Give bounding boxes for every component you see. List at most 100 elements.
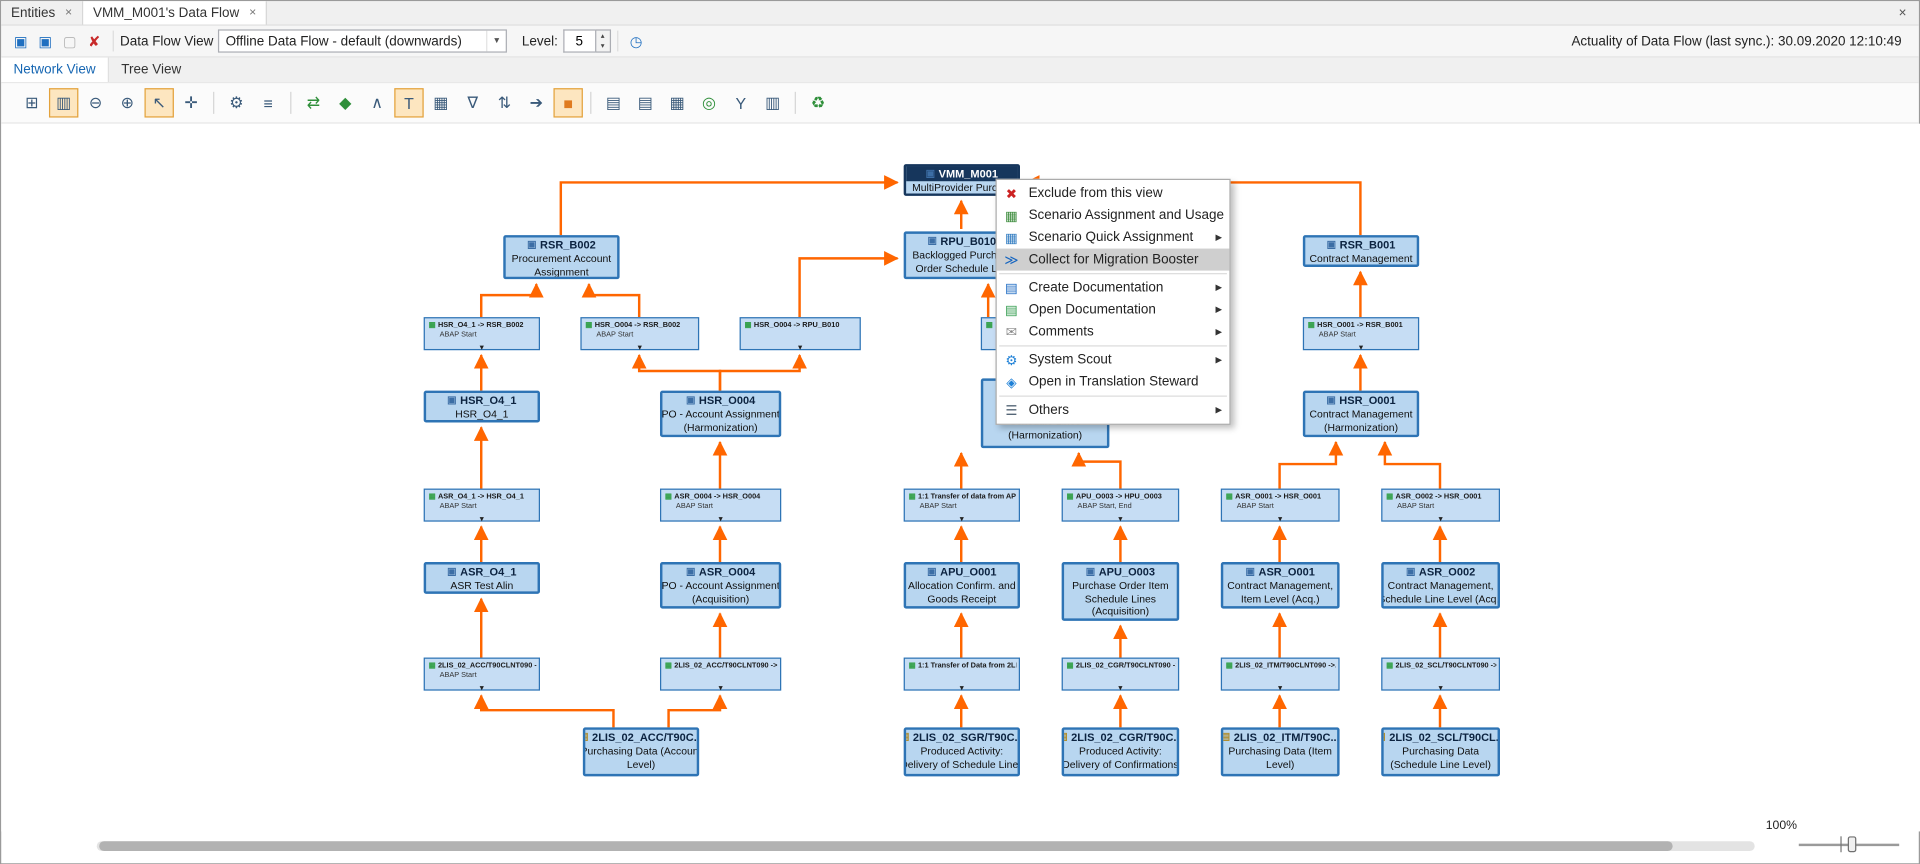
collapse-icon[interactable]: ∧: [362, 88, 391, 117]
flow-node-2lis-02-acc[interactable]: ▤2LIS_02_ACC/T90C... Purchasing Data (Ac…: [582, 727, 700, 777]
outline-menu-icon[interactable]: ≡: [253, 88, 282, 117]
flow-node-hsr-o004[interactable]: ▣ HSR_O004 PO - Account Assignment (Harmo…: [659, 390, 782, 438]
expand-arrow-icon[interactable]: ▾: [718, 516, 722, 525]
transformation-node[interactable]: ▦ HSR_O4_1 -> RSR_B002 ABAP Start ▾: [423, 317, 540, 353]
menu-item-translation-steward[interactable]: ◈ Open in Translation Steward: [997, 371, 1230, 393]
transformation-node[interactable]: ▦ APU_O003 -> HPU_O003 ABAP Start, End ▾: [1061, 488, 1180, 525]
menu-item-system-scout[interactable]: ⚙ System Scout ▶: [997, 349, 1230, 371]
transformation-node[interactable]: ▦1:1 Transfer of Data from 2LIS... ▾: [903, 657, 1020, 693]
h-scrollbar[interactable]: [96, 841, 1755, 852]
menu-item-comments[interactable]: ✉ Comments ▶: [997, 321, 1230, 343]
tab-dataflow[interactable]: VMM_M001's Data Flow ×: [83, 1, 268, 25]
expand-arrow-icon[interactable]: ▾: [960, 684, 964, 693]
transformation-node[interactable]: ▦ ASR_O002 -> HSR_O001 ABAP Start ▾: [1381, 488, 1500, 525]
flow-node-rsr-b002[interactable]: ▣ RSR_B002 Procurement Account Assignment: [503, 235, 620, 280]
save-icon[interactable]: ▣: [9, 29, 33, 53]
expand-arrow-icon[interactable]: ▾: [1118, 516, 1122, 525]
transformation-node[interactable]: ▦1:1 Transfer of data from APU... ABAP S…: [903, 488, 1020, 525]
chevron-down-icon[interactable]: ▼: [486, 30, 506, 52]
transformation-node[interactable]: ▦ HSR_O004 -> RSR_B002 ABAP Start ▾: [580, 317, 700, 353]
transformation-node[interactable]: ▦ HSR_O004 -> RPU_B010 ▾: [739, 317, 861, 353]
tab-entities[interactable]: Entities ×: [1, 1, 84, 25]
flow-node-hsr-o001[interactable]: ▣ HSR_O001 Contract Management (Harmoniza…: [1302, 390, 1420, 438]
expand-arrow-icon[interactable]: ▾: [960, 516, 964, 525]
zoom-slider-handle[interactable]: [1847, 836, 1857, 853]
transformation-node[interactable]: ▦ 2LIS_02_ACC/T90CLNT090 ->... ABAP Start…: [423, 657, 540, 693]
sync-clock-icon[interactable]: ◷: [624, 29, 648, 53]
menu-item-others[interactable]: ☰ Others ▶: [997, 399, 1230, 421]
expand-arrow-icon[interactable]: ▾: [1438, 684, 1442, 693]
table-menu-icon[interactable]: ▦: [426, 88, 455, 117]
tab-tree-view[interactable]: Tree View: [109, 58, 193, 82]
fit-view-icon[interactable]: ⇄: [299, 88, 328, 117]
level-input[interactable]: [562, 29, 595, 53]
filter-menu-icon[interactable]: ∇: [458, 88, 487, 117]
text-labels-icon[interactable]: T: [394, 88, 424, 118]
flow-node-apu-o003[interactable]: ▣ APU_O003 Purchase Order Item Schedule L…: [1061, 562, 1180, 621]
flow-node-asr-o002[interactable]: ▣ ASR_O002 Contract Management, Schedule …: [1381, 562, 1500, 609]
clear-dataflow-icon[interactable]: ✘: [82, 29, 106, 53]
pan-hand-icon[interactable]: ✛: [176, 88, 205, 117]
menu-item-collect-migration-booster[interactable]: ≫ Collect for Migration Booster: [996, 248, 1230, 271]
flow-node-2lis-02-cgr[interactable]: ▤2LIS_02_CGR/T90C... Produced Activity: …: [1061, 727, 1180, 777]
save-all-icon[interactable]: ▣: [33, 29, 57, 53]
menu-item-open-documentation[interactable]: ▤ Open Documentation ▶: [997, 299, 1230, 321]
expand-arrow-icon[interactable]: ▾: [638, 344, 642, 353]
expand-arrow-icon[interactable]: ▾: [480, 344, 484, 353]
flow-node-rsr-b001[interactable]: ▣ RSR_B001 Contract Management: [1302, 235, 1420, 267]
expand-arrow-icon[interactable]: ▾: [1118, 684, 1122, 693]
transformation-node[interactable]: ▦ 2LIS_02_CGR/T90CLNT090 ->... ▾: [1061, 657, 1180, 693]
level-spinner[interactable]: ▴ ▾: [594, 29, 611, 53]
menu-item-scenario-quick-assignment[interactable]: ▦ Scenario Quick Assignment ▶: [997, 227, 1230, 249]
anchor-grid-icon[interactable]: ⊞: [17, 88, 46, 117]
flow-node-2lis-02-itm[interactable]: ▤ 2LIS_02_ITM/T90C... Purchasing Data (It…: [1220, 727, 1340, 777]
flow-node-hsr-o4-1[interactable]: ▣ HSR_O4_1 HSR_O4_1: [423, 390, 540, 423]
sort-icon[interactable]: ⇅: [490, 88, 519, 117]
zoom-in-icon[interactable]: ⊕: [113, 88, 142, 117]
h-scrollbar-thumb[interactable]: [99, 841, 1673, 852]
data-flow-view-select[interactable]: Offline Data Flow - default (downwards) …: [218, 29, 508, 53]
transformation-node[interactable]: ▦ ASR_O4_1 -> HSR_O4_1 ABAP Start ▾: [423, 488, 540, 525]
spinner-up-icon[interactable]: ▴: [596, 31, 609, 41]
expand-arrow-icon[interactable]: ▾: [1278, 516, 1282, 525]
transformation-node[interactable]: ▦ ASR_O001 -> HSR_O001 ABAP Start ▾: [1220, 488, 1340, 525]
expand-arrow-icon[interactable]: ▾: [480, 516, 484, 525]
zoom-out-icon[interactable]: ⊖: [81, 88, 110, 117]
launch-icon[interactable]: ➔: [522, 88, 551, 117]
grid-icon[interactable]: ▦: [662, 88, 691, 117]
menu-item-exclude[interactable]: ✖ Exclude from this view: [997, 182, 1230, 204]
select-cursor-icon[interactable]: ↖: [144, 88, 174, 118]
transformation-node[interactable]: ▦ 2LIS_02_ITM/T90CLNT090 ->... ▾: [1220, 657, 1340, 693]
repair-icon[interactable]: ⚙: [222, 88, 251, 117]
expand-arrow-icon[interactable]: ▾: [798, 344, 802, 353]
transformation-node[interactable]: ▦ ASR_O004 -> HSR_O004 ABAP Start ▾: [659, 488, 782, 525]
chart-menu-icon[interactable]: ▥: [758, 88, 787, 117]
tab-close-icon[interactable]: ×: [249, 6, 256, 19]
dataflow-canvas[interactable]: ▣ VMM_M001 MultiProvider Purch... ▣ RSR_B0…: [1, 123, 1920, 832]
tab-network-view[interactable]: Network View: [1, 57, 110, 83]
transformation-node[interactable]: ▦ 2LIS_02_ACC/T90CLNT090 ->... ▾: [659, 657, 782, 693]
flow-node-asr-o001[interactable]: ▣ ASR_O001 Contract Management, Item Leve…: [1220, 562, 1340, 609]
transformation-node[interactable]: ▦ 2LIS_02_SCL/T90CLNT090 ->... ▾: [1381, 657, 1500, 693]
menu-item-scenario-assignment[interactable]: ▦ Scenario Assignment and Usage: [997, 204, 1230, 226]
menu-item-create-documentation[interactable]: ▤ Create Documentation ▶: [997, 277, 1230, 299]
systems-icon[interactable]: ▤: [631, 88, 660, 117]
tabstrip-close-button[interactable]: ×: [1886, 1, 1918, 24]
swimlane-icon[interactable]: ▥: [48, 88, 79, 118]
tab-close-icon[interactable]: ×: [65, 6, 72, 19]
servers-icon[interactable]: ▤: [599, 88, 628, 117]
expand-arrow-icon[interactable]: ▾: [1278, 684, 1282, 693]
flow-node-apu-o001[interactable]: ▣ APU_O001 Allocation Confirm. and Goods …: [903, 562, 1020, 609]
expand-arrow-icon[interactable]: ▾: [1438, 516, 1442, 525]
spinner-down-icon[interactable]: ▾: [596, 41, 609, 51]
globe-sync-icon[interactable]: ◎: [694, 88, 723, 117]
transformation-node[interactable]: ▦ HSR_O001 -> RSR_B001 ABAP Start ▾: [1302, 317, 1420, 353]
expand-arrow-icon[interactable]: ▾: [718, 684, 722, 693]
flow-node-asr-o4-1[interactable]: ▣ ASR_O4_1 ASR Test Alin: [423, 562, 540, 594]
flow-node-2lis-02-sgr[interactable]: ▤2LIS_02_SGR/T90C... Produced Activity: …: [903, 727, 1020, 777]
navigate-icon[interactable]: ◆: [331, 88, 360, 117]
expand-arrow-icon[interactable]: ▾: [1359, 344, 1363, 353]
refresh-icon[interactable]: ♻: [803, 88, 832, 117]
flow-node-2lis-02-scl[interactable]: ▤2LIS_02_SCL/T90CL... Purchasing Data (S…: [1381, 727, 1500, 777]
flow-node-asr-o004[interactable]: ▣ ASR_O004 PO - Account Assignment (Acqui…: [659, 562, 782, 609]
